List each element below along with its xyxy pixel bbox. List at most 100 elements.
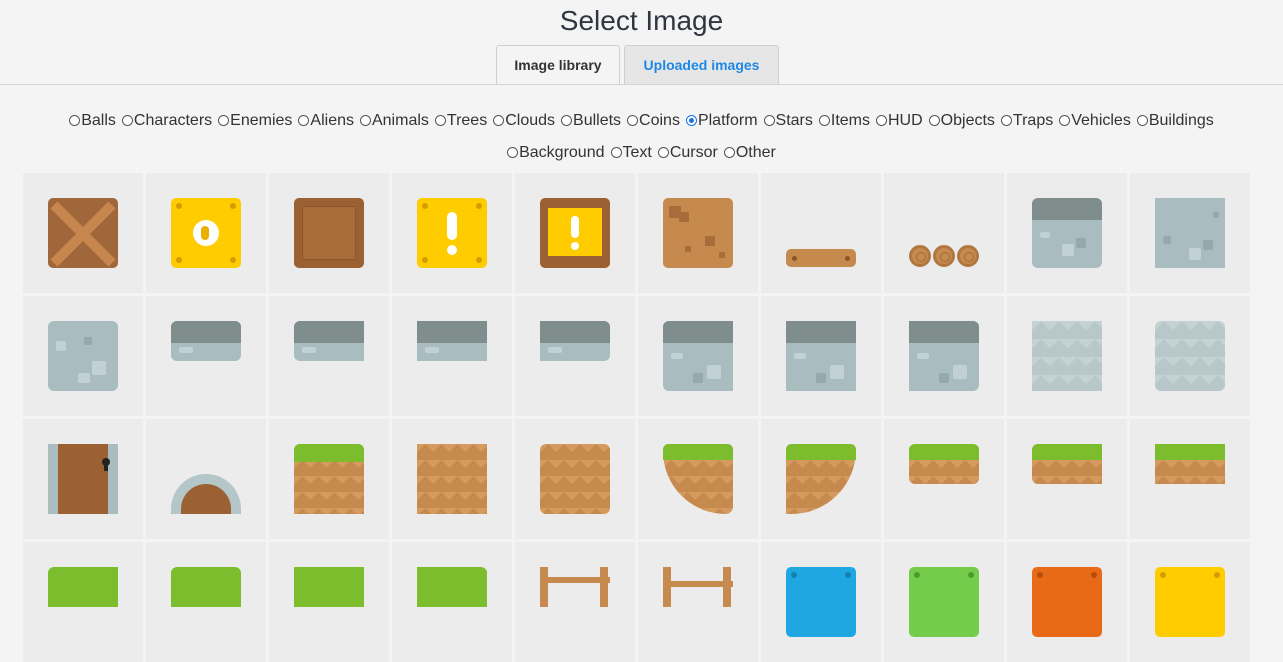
category-label: Cursor: [669, 144, 718, 161]
category-radio-animals[interactable]: Animals: [359, 112, 429, 130]
radio-icon[interactable]: [218, 115, 230, 126]
image-tile[interactable]: [1007, 173, 1127, 293]
image-tile[interactable]: [23, 296, 143, 416]
image-tile[interactable]: [269, 542, 389, 662]
category-radio-text[interactable]: Text: [610, 144, 652, 162]
image-tile[interactable]: [392, 419, 512, 539]
image-tile[interactable]: [146, 296, 266, 416]
image-tile[interactable]: [1007, 419, 1127, 539]
category-radio-traps[interactable]: Traps: [1000, 112, 1053, 130]
image-tile[interactable]: [515, 542, 635, 662]
category-radio-cursor[interactable]: Cursor: [657, 144, 718, 162]
image-tile[interactable]: [146, 542, 266, 662]
category-radio-aliens[interactable]: Aliens: [298, 112, 354, 130]
stone-block-top-sprite: [1032, 198, 1102, 268]
category-radio-hud[interactable]: HUD: [876, 112, 923, 130]
category-radio-coins[interactable]: Coins: [627, 112, 680, 130]
radio-icon[interactable]: [1000, 115, 1012, 126]
image-tile[interactable]: [638, 542, 758, 662]
image-tile[interactable]: [515, 296, 635, 416]
radio-icon[interactable]: [763, 115, 775, 126]
category-radio-bullets[interactable]: Bullets: [561, 112, 621, 130]
radio-icon[interactable]: [434, 115, 446, 126]
category-radio-items[interactable]: Items: [818, 112, 870, 130]
category-radio-objects[interactable]: Objects: [928, 112, 995, 130]
image-tile[interactable]: [638, 419, 758, 539]
image-tile[interactable]: [884, 542, 1004, 662]
radio-icon[interactable]: [69, 115, 81, 126]
image-tile[interactable]: [638, 296, 758, 416]
radio-icon[interactable]: [121, 115, 133, 126]
dirt-block-sprite: [663, 198, 733, 268]
image-tile[interactable]: [761, 296, 881, 416]
category-radio-clouds[interactable]: Clouds: [493, 112, 555, 130]
grass-sprite: [417, 567, 487, 607]
image-tile[interactable]: [884, 419, 1004, 539]
image-tile[interactable]: [269, 419, 389, 539]
image-tile[interactable]: [392, 542, 512, 662]
category-radio-buildings[interactable]: Buildings: [1136, 112, 1214, 130]
radio-icon[interactable]: [818, 115, 830, 126]
image-tile[interactable]: [392, 296, 512, 416]
image-tile[interactable]: [515, 419, 635, 539]
image-tile[interactable]: [392, 173, 512, 293]
radio-icon[interactable]: [298, 115, 310, 126]
category-label: Aliens: [310, 112, 354, 129]
radio-icon[interactable]: [928, 115, 940, 126]
category-label: HUD: [888, 112, 923, 129]
image-tile[interactable]: [1130, 542, 1250, 662]
radio-icon[interactable]: [657, 147, 669, 158]
image-tile[interactable]: [638, 173, 758, 293]
tab-uploaded-images[interactable]: Uploaded images: [624, 45, 779, 84]
radio-icon[interactable]: [507, 147, 519, 158]
image-tile[interactable]: [761, 542, 881, 662]
image-tile[interactable]: [23, 542, 143, 662]
radio-icon[interactable]: [493, 115, 505, 126]
grass-sprite: [294, 567, 364, 607]
image-tile[interactable]: [761, 173, 881, 293]
grass-platform-sprite: [909, 444, 979, 484]
image-tile[interactable]: [1130, 419, 1250, 539]
category-radio-background[interactable]: Background: [507, 144, 605, 162]
image-tile[interactable]: [269, 296, 389, 416]
category-label: Objects: [940, 112, 995, 129]
image-tile[interactable]: [1130, 173, 1250, 293]
image-tile[interactable]: [146, 173, 266, 293]
radio-icon[interactable]: [610, 147, 622, 158]
image-tile[interactable]: [515, 173, 635, 293]
radio-icon[interactable]: [1059, 115, 1071, 126]
radio-icon[interactable]: [627, 115, 639, 126]
category-row-1: Balls Characters Enemies Aliens Animals Trees…: [0, 112, 1283, 130]
crate-sprite: [48, 198, 118, 268]
image-tile[interactable]: [23, 419, 143, 539]
image-tile[interactable]: [146, 419, 266, 539]
image-tile[interactable]: [23, 173, 143, 293]
category-radio-balls[interactable]: Balls: [69, 112, 116, 130]
category-radio-other[interactable]: Other: [723, 144, 776, 162]
image-tile[interactable]: [269, 173, 389, 293]
category-label: Items: [830, 112, 870, 129]
image-tile[interactable]: [884, 173, 1004, 293]
radio-icon[interactable]: [561, 115, 573, 126]
image-tile[interactable]: [1007, 296, 1127, 416]
radio-icon[interactable]: [1136, 115, 1148, 126]
stone-block-sprite: [1155, 198, 1225, 268]
radio-icon[interactable]: [876, 115, 887, 126]
tab-image-library[interactable]: Image library: [496, 45, 620, 85]
category-row-2: Background Text Cursor Other: [0, 144, 1283, 162]
category-radio-characters[interactable]: Characters: [121, 112, 212, 130]
radio-icon[interactable]: [723, 147, 735, 158]
image-tile[interactable]: [884, 296, 1004, 416]
category-radio-platform[interactable]: Platform: [685, 112, 758, 130]
category-radio-trees[interactable]: Trees: [434, 112, 487, 130]
category-radio-enemies[interactable]: Enemies: [218, 112, 292, 130]
image-tile[interactable]: [761, 419, 881, 539]
category-label: Enemies: [230, 112, 293, 129]
image-tile[interactable]: [1007, 542, 1127, 662]
radio-icon[interactable]: [685, 115, 697, 126]
category-label: Background: [519, 144, 605, 161]
category-radio-stars[interactable]: Stars: [763, 112, 813, 130]
radio-icon[interactable]: [359, 115, 371, 126]
image-tile[interactable]: [1130, 296, 1250, 416]
category-radio-vehicles[interactable]: Vehicles: [1059, 112, 1131, 130]
